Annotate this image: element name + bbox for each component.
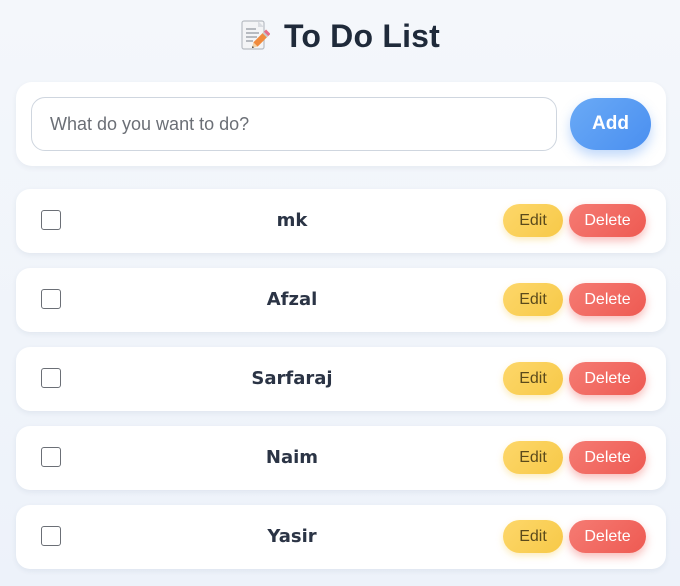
page-title: To Do List xyxy=(283,17,441,54)
todo-text: Afzal xyxy=(266,289,318,310)
add-button[interactable]: Add xyxy=(570,98,651,150)
todo-item: Yasir Edit Delete xyxy=(16,505,666,569)
header: To Do List xyxy=(0,14,680,58)
todo-text: Naim xyxy=(265,447,319,468)
todo-item: mk Edit Delete xyxy=(16,189,666,253)
todo-text: Sarfaraj xyxy=(251,368,333,389)
todo-checkbox[interactable] xyxy=(41,368,61,388)
edit-button[interactable]: Edit xyxy=(503,441,563,474)
todo-checkbox[interactable] xyxy=(41,526,61,546)
delete-button[interactable]: Delete xyxy=(569,520,646,553)
delete-button[interactable]: Delete xyxy=(569,283,646,316)
todo-item: Naim Edit Delete xyxy=(16,426,666,490)
todo-text: mk xyxy=(276,210,308,231)
todo-checkbox[interactable] xyxy=(41,447,61,467)
todo-checkbox[interactable] xyxy=(41,210,61,230)
input-card: Add xyxy=(16,82,666,166)
todo-input[interactable] xyxy=(31,97,557,151)
edit-button[interactable]: Edit xyxy=(503,520,563,553)
delete-button[interactable]: Delete xyxy=(569,362,646,395)
todo-text: Yasir xyxy=(267,526,317,547)
edit-button[interactable]: Edit xyxy=(503,204,563,237)
todo-list: mk Edit Delete Afzal Edit Delete Sarfara… xyxy=(16,189,666,584)
todo-item: Sarfaraj Edit Delete xyxy=(16,347,666,411)
memo-icon xyxy=(240,19,271,53)
todo-item: Afzal Edit Delete xyxy=(16,268,666,332)
edit-button[interactable]: Edit xyxy=(503,283,563,316)
edit-button[interactable]: Edit xyxy=(503,362,563,395)
todo-checkbox[interactable] xyxy=(41,289,61,309)
delete-button[interactable]: Delete xyxy=(569,204,646,237)
delete-button[interactable]: Delete xyxy=(569,441,646,474)
